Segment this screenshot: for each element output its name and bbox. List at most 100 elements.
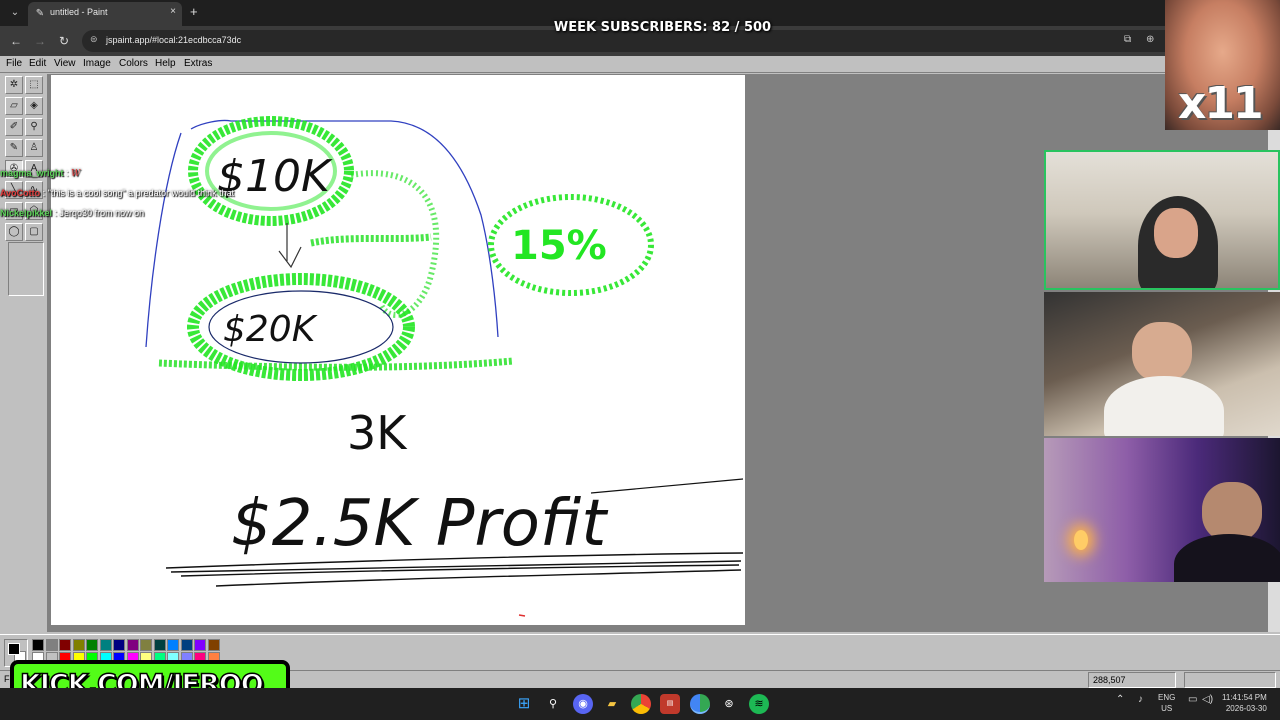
menu-bar: File Edit View Image Colors Help Extras bbox=[0, 56, 1280, 73]
menu-help[interactable]: Help bbox=[155, 58, 176, 69]
brush-tool-icon[interactable]: ♙ bbox=[25, 139, 43, 157]
webcam-3-candle bbox=[1074, 530, 1088, 550]
toolbox: ✲ ⬚ ▱ ◈ ✐ ⚲ ✎ ♙ ✇ A ╲ ∿ ▭ ⬠ ◯ ▢ bbox=[2, 74, 48, 632]
file-explorer-icon[interactable]: ▰ bbox=[602, 694, 622, 714]
chrome-active-icon[interactable] bbox=[690, 694, 710, 714]
search-icon[interactable]: ⚲ bbox=[543, 694, 563, 714]
profit-text: $2.5K Profit bbox=[231, 487, 609, 561]
magnifier-tool-icon[interactable]: ⚲ bbox=[25, 118, 43, 136]
webcam-1 bbox=[1044, 150, 1280, 290]
palette-swatch[interactable] bbox=[207, 639, 220, 651]
palette-swatch[interactable] bbox=[153, 639, 166, 651]
chrome-icon[interactable] bbox=[631, 694, 651, 714]
chat-username: Nickelpikkel bbox=[0, 208, 53, 218]
drawing-canvas[interactable]: $10K 15% $20K 3K $2.5K Profit bbox=[51, 75, 745, 625]
new-tab-button[interactable]: + bbox=[190, 4, 198, 20]
lang-bottom: US bbox=[1161, 704, 1173, 713]
foreground-color bbox=[8, 643, 20, 655]
clock-date: 2026-03-30 bbox=[1225, 704, 1267, 713]
menu-file[interactable]: File bbox=[6, 58, 22, 69]
webcam-2 bbox=[1044, 292, 1280, 436]
network-icon[interactable]: ▭ bbox=[1188, 694, 1197, 705]
reload-icon[interactable]: ↻ bbox=[56, 33, 72, 49]
microphone-icon[interactable]: ♪ bbox=[1138, 694, 1143, 705]
menu-image[interactable]: Image bbox=[83, 58, 111, 69]
palette-swatch[interactable] bbox=[126, 639, 139, 651]
webcam-3 bbox=[1044, 438, 1280, 582]
palette-swatch[interactable] bbox=[113, 639, 125, 651]
chat-message: AvoCotto : "this is a cool song" a preda… bbox=[0, 188, 235, 198]
forward-arrow-icon[interactable]: → bbox=[32, 33, 48, 49]
url-text: jspaint.app/#local:21ecdbcca73dc bbox=[106, 35, 242, 45]
menu-view[interactable]: View bbox=[54, 58, 76, 69]
chat-message: Nickelpikkel : Jerqo30 from now on bbox=[0, 208, 145, 218]
cursor-coordinates: 288,507 bbox=[1088, 672, 1176, 688]
chat-username: magma_wright bbox=[0, 168, 64, 178]
tab-paint[interactable]: ✎ untitled - Paint × bbox=[28, 2, 182, 26]
webcam-2-shirt bbox=[1104, 376, 1224, 436]
tab-search-button[interactable]: ⌄ bbox=[6, 4, 24, 22]
palette-swatch[interactable] bbox=[167, 639, 179, 651]
paint-favicon-icon: ✎ bbox=[35, 8, 45, 19]
palette-swatch[interactable] bbox=[194, 639, 206, 651]
tab-title: untitled - Paint bbox=[50, 7, 108, 17]
palette-swatch[interactable] bbox=[140, 639, 152, 651]
language-indicator[interactable]: ENG US bbox=[1158, 692, 1175, 714]
webcam-3-shirt bbox=[1174, 534, 1280, 582]
multiplier-text: x11 bbox=[1178, 78, 1264, 129]
app-icon-red[interactable]: ▤ bbox=[660, 694, 680, 714]
chat-message: magma_wright : W bbox=[0, 168, 81, 179]
rounded-rect-tool-icon[interactable]: ▢ bbox=[25, 223, 43, 241]
menu-edit[interactable]: Edit bbox=[29, 58, 46, 69]
lang-top: ENG bbox=[1158, 693, 1176, 702]
palette-swatch[interactable] bbox=[72, 639, 85, 651]
back-arrow-icon[interactable]: ← bbox=[8, 33, 24, 49]
color-picker-tool-icon[interactable]: ✐ bbox=[5, 118, 23, 136]
fill-tool-icon[interactable]: ◈ bbox=[25, 97, 43, 115]
subscriber-counter: WEEK SUBSCRIBERS: 82 / 500 bbox=[553, 20, 772, 35]
install-app-icon[interactable]: ⧉ bbox=[1124, 34, 1131, 45]
down-arrow-stroke bbox=[278, 223, 302, 269]
chat-text: W bbox=[71, 169, 81, 179]
zoom-icon[interactable]: ⊕ bbox=[1146, 34, 1154, 45]
webcam-1-face bbox=[1154, 208, 1198, 258]
windows-start-icon[interactable]: ⊞ bbox=[514, 694, 534, 714]
cost-text: 3K bbox=[347, 406, 408, 460]
rect-select-tool-icon[interactable]: ⬚ bbox=[25, 76, 43, 94]
volume-icon[interactable]: ◁) bbox=[1202, 694, 1213, 705]
palette-swatch[interactable] bbox=[59, 639, 71, 651]
palette-swatch[interactable] bbox=[45, 639, 58, 651]
menu-extras[interactable]: Extras bbox=[184, 58, 212, 69]
palette-swatch[interactable] bbox=[32, 639, 44, 651]
percent-text: 15% bbox=[511, 223, 607, 269]
profit-line bbox=[590, 478, 744, 494]
spotify-icon[interactable]: ≋ bbox=[749, 694, 769, 714]
drawing-strokes: $10K 15% $20K 3K $2.5K Profit bbox=[145, 116, 744, 617]
red-mark bbox=[518, 614, 526, 617]
webcam-3-face bbox=[1202, 482, 1262, 542]
menu-colors[interactable]: Colors bbox=[119, 58, 148, 69]
discord-icon[interactable]: ◉ bbox=[573, 694, 593, 714]
screen: ⌄ ✎ untitled - Paint × + ← → ↻ ⊜ jspaint… bbox=[0, 0, 1280, 720]
tab-close-icon[interactable]: × bbox=[170, 6, 176, 17]
palette-swatch[interactable] bbox=[99, 639, 112, 651]
chat-text: "this is a cool song" a predator would t… bbox=[47, 188, 235, 198]
ellipse-tool-icon[interactable]: ◯ bbox=[5, 223, 23, 241]
palette-swatch[interactable] bbox=[86, 639, 98, 651]
palette-swatch[interactable] bbox=[180, 639, 193, 651]
chat-text: Jerqo30 from now on bbox=[59, 208, 145, 218]
free-select-tool-icon[interactable]: ✲ bbox=[5, 76, 23, 94]
obs-icon[interactable]: ⊛ bbox=[719, 694, 739, 714]
site-info-icon[interactable]: ⊜ bbox=[90, 34, 98, 45]
chat-overlay: magma_wright : W AvoCotto : "this is a c… bbox=[0, 166, 340, 222]
clock[interactable]: 11:41:54 PM 2026-03-30 bbox=[1222, 692, 1267, 714]
tray-overflow-icon[interactable]: ⌃ bbox=[1116, 694, 1124, 705]
tool-options-panel[interactable] bbox=[8, 242, 44, 296]
selection-size bbox=[1184, 672, 1276, 688]
pencil-tool-icon[interactable]: ✎ bbox=[5, 139, 23, 157]
clock-time: 11:41:54 PM bbox=[1222, 693, 1267, 702]
eraser-tool-icon[interactable]: ▱ bbox=[5, 97, 23, 115]
webcam-2-face bbox=[1132, 322, 1192, 382]
middle-bubble-text: $20K bbox=[223, 309, 318, 350]
taskbar: ⊞ ⚲ ◉ ▰ ▤ ⊛ ≋ ⌃ ♪ ENG US ▭ ◁) 11:41:54 P… bbox=[0, 688, 1280, 720]
